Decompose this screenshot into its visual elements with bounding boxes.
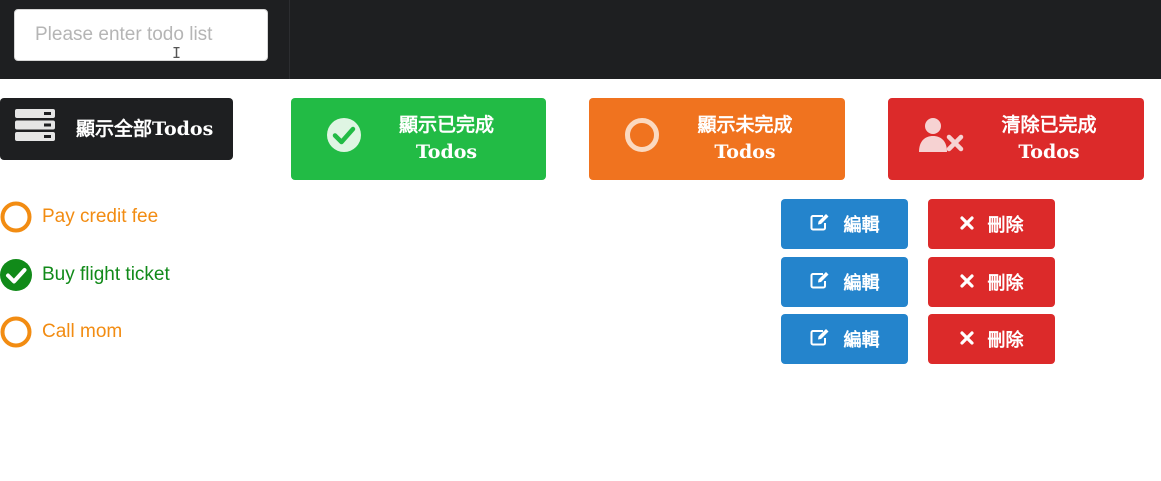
delete-button[interactable]: 刪除 [928, 314, 1055, 364]
edit-icon [810, 328, 830, 351]
close-icon [959, 214, 974, 235]
clear-completed-todos-label: 清除已完成 Todos [1001, 114, 1097, 163]
top-bar-divider [289, 0, 290, 79]
edit-button[interactable]: 編輯 [781, 314, 908, 364]
delete-button-label: 刪除 [987, 215, 1024, 236]
user-remove-icon [918, 117, 964, 161]
show-all-todos-label: 顯示全部Todos [76, 117, 214, 140]
edit-button[interactable]: 編輯 [781, 199, 908, 249]
server-stack-icon [14, 108, 56, 150]
edit-icon [810, 213, 830, 236]
clear-completed-todos-button[interactable]: 清除已完成 Todos [888, 98, 1144, 180]
show-completed-todos-button[interactable]: 顯示已完成 Todos [291, 98, 546, 180]
edit-button-label: 編輯 [843, 273, 880, 294]
edit-icon [810, 271, 830, 294]
show-uncompleted-todos-button[interactable]: 顯示未完成 Todos [589, 98, 845, 180]
close-icon [959, 272, 974, 293]
todo-item[interactable]: Pay credit fee [0, 200, 158, 234]
delete-button-label: 刪除 [987, 273, 1024, 294]
check-circle-icon[interactable] [0, 259, 32, 291]
edit-button[interactable]: 編輯 [781, 257, 908, 307]
todo-text: Buy flight ticket [42, 264, 170, 285]
edit-button-label: 編輯 [843, 215, 880, 236]
todo-text: Pay credit fee [42, 206, 159, 227]
todo-item[interactable]: Call mom [0, 315, 122, 349]
circle-outline-icon[interactable] [0, 316, 32, 348]
circle-outline-icon [624, 117, 660, 161]
todo-input[interactable] [14, 9, 268, 61]
todo-item[interactable]: Buy flight ticket [0, 258, 170, 292]
edit-button-label: 編輯 [843, 330, 880, 351]
delete-button-label: 刪除 [987, 330, 1024, 351]
todo-text: Call mom [42, 321, 123, 342]
check-circle-icon [326, 117, 362, 161]
delete-button[interactable]: 刪除 [928, 257, 1055, 307]
delete-button[interactable]: 刪除 [928, 199, 1055, 249]
top-bar: I [0, 0, 1161, 79]
show-uncompleted-todos-label: 顯示未完成 Todos [697, 114, 793, 163]
show-all-todos-button[interactable]: 顯示全部Todos [0, 98, 233, 160]
circle-outline-icon[interactable] [0, 201, 32, 233]
show-completed-todos-label: 顯示已完成 Todos [398, 114, 494, 163]
close-icon [959, 329, 974, 350]
